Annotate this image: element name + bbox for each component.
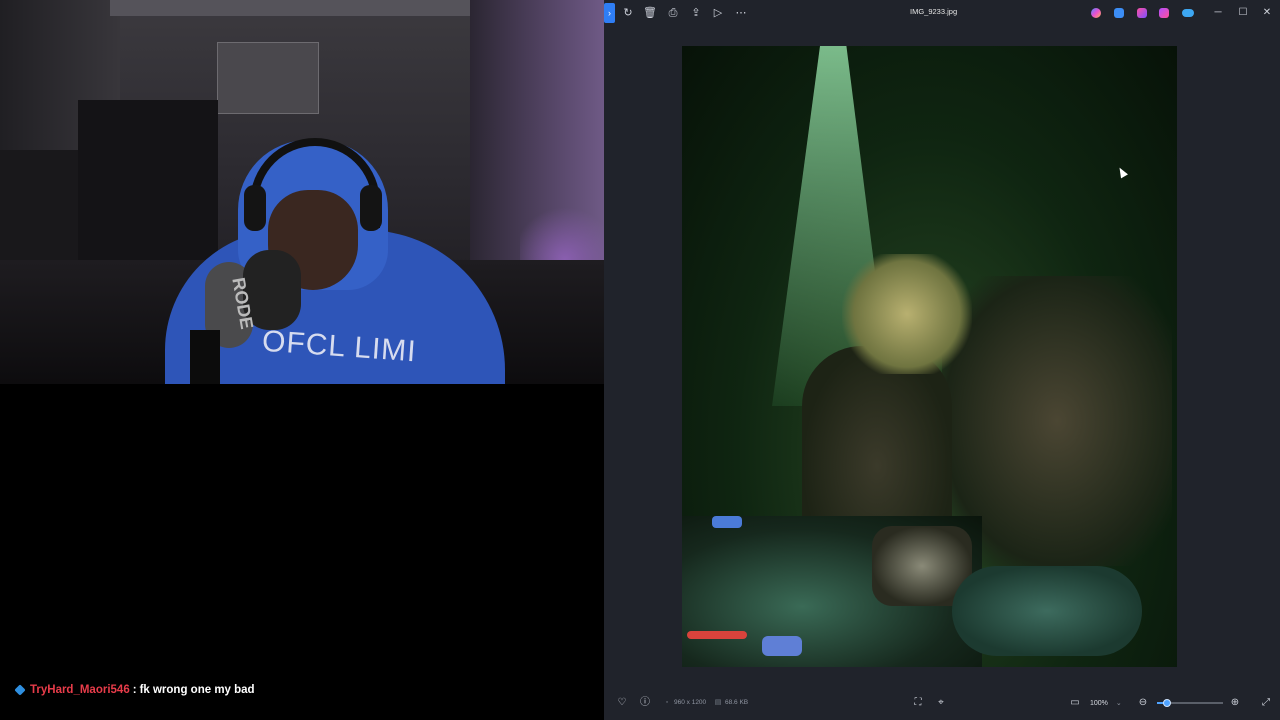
rotate-icon[interactable]: ↻ <box>620 5 636 21</box>
cabinet <box>78 100 218 270</box>
zoom-out-icon[interactable]: ⊖ <box>1136 696 1150 710</box>
favorite-icon[interactable]: ♡ <box>615 696 629 710</box>
chat-panel <box>0 384 604 720</box>
blue-light <box>712 516 742 528</box>
room-ceiling <box>110 0 510 16</box>
visual-search-icon[interactable]: ⌖ <box>934 696 948 710</box>
zoom-in-icon[interactable]: ⊕ <box>1228 696 1242 710</box>
blue-light-2 <box>762 636 802 656</box>
photo-viewer-window: › ↻ 🗑 ⎙ ⇪ ▷ ⋯ IMG_9233.jpg ─ ☐ ✕ ♡ ⓘ ▫ 9… <box>604 0 1280 720</box>
chat-message: TryHard_Maori546 : fk wrong one my bad <box>14 683 255 697</box>
delete-icon[interactable]: 🗑 <box>642 5 658 21</box>
designer-icon[interactable] <box>1159 8 1169 18</box>
displayed-photo[interactable] <box>682 46 1177 667</box>
viewer-footer: ♡ ⓘ ▫ 960 x 1200 ▤ 68.6 KB ⛶ ⌖ ▭ 100% ⌄ … <box>604 692 1280 714</box>
chat-text: fk wrong one my bad <box>139 684 255 696</box>
fullscreen-icon[interactable]: ⤢ <box>1259 696 1273 710</box>
minimize-button[interactable]: ─ <box>1210 5 1226 21</box>
slideshow-icon[interactable]: ▷ <box>710 5 726 21</box>
maximize-button[interactable]: ☐ <box>1235 5 1251 21</box>
more-icon[interactable]: ⋯ <box>733 5 749 21</box>
webcam-feed: OFCL LIMI RODE <box>0 0 604 384</box>
chat-separator: : <box>132 684 137 696</box>
viewer-titlebar: › ↻ 🗑 ⎙ ⇪ ▷ ⋯ IMG_9233.jpg ─ ☐ ✕ <box>604 0 1280 26</box>
dimensions-icon: ▫ <box>665 699 669 706</box>
headphone-cup-right <box>360 185 382 231</box>
file-size: 68.6 KB <box>725 699 749 706</box>
chat-username: TryHard_Maori546 <box>30 684 130 696</box>
headphone-cup-left <box>244 185 266 231</box>
cloth <box>952 566 1142 656</box>
zoom-slider-thumb[interactable] <box>1162 699 1171 707</box>
red-light <box>687 631 747 639</box>
onedrive-icon[interactable] <box>1182 9 1194 17</box>
zoom-level-value: 100% <box>1090 700 1108 707</box>
clipchamp-icon[interactable] <box>1137 8 1147 18</box>
actual-size-icon[interactable]: ▭ <box>1068 696 1082 710</box>
copilot-icon[interactable] <box>1091 8 1101 18</box>
share-icon[interactable]: ⇪ <box>688 5 704 21</box>
file-title: IMG_9233.jpg <box>910 7 958 16</box>
image-dimensions: 960 x 1200 <box>674 699 707 706</box>
whiteboard <box>217 42 319 114</box>
zoom-level-select[interactable]: 100% ⌄ <box>1090 699 1122 707</box>
print-icon[interactable]: ⎙ <box>665 5 681 21</box>
chevron-down-icon: ⌄ <box>1115 700 1122 707</box>
dancer-hair <box>842 254 972 374</box>
zoom-slider[interactable] <box>1157 699 1223 707</box>
close-button[interactable]: ✕ <box>1259 5 1275 21</box>
chat-badge-icon <box>14 684 26 696</box>
info-icon[interactable]: ⓘ <box>638 696 652 710</box>
fit-screen-icon[interactable]: ⛶ <box>911 696 925 710</box>
filesize-icon: ▤ <box>714 699 722 706</box>
mic-arm <box>190 330 220 384</box>
edit-icon[interactable] <box>1114 8 1124 18</box>
back-icon: › <box>608 8 611 18</box>
back-button[interactable]: › <box>604 3 615 23</box>
